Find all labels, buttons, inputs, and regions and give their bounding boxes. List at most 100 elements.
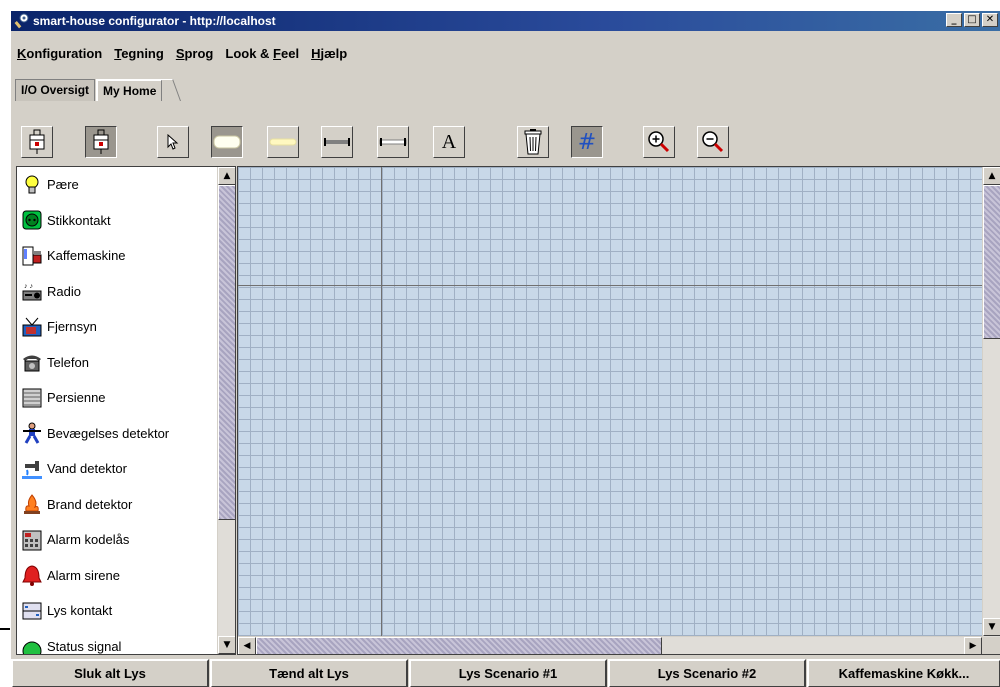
device-item-telefon[interactable]: Telefon <box>17 345 213 381</box>
device-label: Stikkontakt <box>47 212 111 228</box>
blinds-icon <box>22 388 42 408</box>
text-tool-icon: A <box>441 130 457 153</box>
keypad-icon <box>22 530 42 551</box>
kaffemaskine-button[interactable]: Kaffemaskine Køkk... <box>807 659 1000 687</box>
canvas-scroll-right-button[interactable]: ▶ <box>964 637 982 654</box>
device-label: Brand detektor <box>47 496 133 512</box>
device-item-lys-kontakt[interactable]: Lys kontakt <box>17 593 213 629</box>
menu-text: eel <box>281 46 300 61</box>
pointer-icon <box>167 134 179 150</box>
grid-toggle-button[interactable]: # <box>571 126 603 158</box>
toolbar: A # <box>11 121 1000 163</box>
zoom-out-icon <box>702 131 724 153</box>
menu-mnemonic: F <box>273 46 281 61</box>
scenario-bar: Sluk alt Lys Tænd alt Lys Lys Scenario #… <box>11 659 1000 687</box>
device-label: Kaffemaskine <box>47 248 126 264</box>
menu-text: onfiguration <box>26 46 103 61</box>
text-tool-button[interactable]: A <box>433 126 465 158</box>
scroll-thumb[interactable] <box>218 185 235 520</box>
floorplan-panel: ▲ ▼ ◀ ▶ <box>237 166 1000 655</box>
device-pressed-button[interactable] <box>85 126 117 158</box>
device-item-alarm-kodelås[interactable]: Alarm kodelås <box>17 522 213 558</box>
guide-line-horizontal <box>238 285 982 286</box>
menu-text: jælp <box>320 46 348 61</box>
device-label: Telefon <box>47 354 89 370</box>
device-label: Persienne <box>47 390 106 406</box>
device-label: Fjernsyn <box>47 319 97 335</box>
device-label: Status signal <box>47 638 122 654</box>
socket-icon <box>22 210 42 230</box>
siren-icon <box>22 565 42 587</box>
menu-sprog[interactable]: Sprog <box>170 44 220 64</box>
bulb-icon <box>25 175 39 194</box>
menu-tegning[interactable]: Tegning <box>108 44 170 64</box>
phone-icon <box>23 355 41 372</box>
radio-icon: ♪ ♪ <box>22 283 42 301</box>
menu-konfiguration[interactable]: Konfiguration <box>11 44 108 64</box>
menu-bar: Konfiguration Tegning Sprog Look & Feel Hjæl… <box>11 44 353 64</box>
scroll-up-button[interactable]: ▲ <box>218 167 235 185</box>
window-title: smart-house configurator - http://localh… <box>33 14 276 28</box>
room-white-icon <box>213 135 241 149</box>
wall-white-button[interactable] <box>377 126 409 158</box>
lys-scenario-2-button[interactable]: Lys Scenario #2 <box>608 659 806 687</box>
lys-scenario-1-button[interactable]: Lys Scenario #1 <box>409 659 607 687</box>
wall-gray-icon <box>324 138 350 146</box>
menu-hjælp[interactable]: Hjælp <box>305 44 353 64</box>
room-yellow-button[interactable] <box>267 126 299 158</box>
menu-text: egning <box>121 46 164 61</box>
maximize-button[interactable]: □ <box>964 13 980 27</box>
device-label: Vand detektor <box>47 461 127 477</box>
motion-detector-icon <box>23 422 41 444</box>
room-yellow-icon <box>269 138 297 146</box>
grid-toggle-icon: # <box>577 129 597 155</box>
device-item-fjernsyn[interactable]: Fjernsyn <box>17 309 213 345</box>
sluk-alt-lys-button[interactable]: Sluk alt Lys <box>11 659 209 687</box>
canvas-horizontal-thumb[interactable] <box>256 637 662 654</box>
device-item-kaffemaskine[interactable]: Kaffemaskine <box>17 238 213 274</box>
device-item-brand-detektor[interactable]: Brand detektor <box>17 487 213 523</box>
canvas-scroll-up-button[interactable]: ▲ <box>983 167 1000 185</box>
device-item-status-signal[interactable]: Status signal <box>17 629 213 654</box>
device-item-stikkontakt[interactable]: Stikkontakt <box>17 203 213 239</box>
device-label: Radio <box>47 283 81 299</box>
device-item-radio[interactable]: ♪ ♪ Radio <box>17 274 213 310</box>
water-detector-icon <box>22 460 42 479</box>
fire-detector-icon <box>24 494 40 515</box>
canvas-vertical-thumb[interactable] <box>983 185 1000 339</box>
device-label: Pære <box>47 177 79 193</box>
coffee-machine-icon <box>22 246 42 266</box>
wall-gray-button[interactable] <box>321 126 353 158</box>
minimize-button[interactable]: _ <box>946 13 962 27</box>
menu-look-feel[interactable]: Look & Feel <box>219 44 305 64</box>
close-button[interactable]: ✕ <box>982 13 998 27</box>
taend-alt-lys-button[interactable]: Tænd alt Lys <box>210 659 408 687</box>
canvas-scroll-left-button[interactable]: ◀ <box>238 637 256 654</box>
device-item-alarm-sirene[interactable]: Alarm sirene <box>17 558 213 594</box>
zoom-in-button[interactable] <box>643 126 675 158</box>
pointer-button[interactable] <box>157 126 189 158</box>
device-label: Alarm kodelås <box>47 532 130 548</box>
device-item-persienne[interactable]: Persienne <box>17 380 213 416</box>
canvas-horizontal-scrollbar[interactable]: ◀ ▶ <box>238 637 982 654</box>
device-label: Bevægelses detektor <box>47 425 170 441</box>
wrench-app-icon <box>14 13 29 29</box>
device-list-scrollbar[interactable]: ▲ ▼ <box>217 167 235 654</box>
device-light-button[interactable] <box>21 126 53 158</box>
zoom-out-button[interactable] <box>697 126 729 158</box>
scroll-down-button[interactable]: ▼ <box>218 636 235 654</box>
device-item-vand-detektor[interactable]: Vand detektor <box>17 451 213 487</box>
canvas-scroll-down-button[interactable]: ▼ <box>983 618 1000 636</box>
room-white-button[interactable] <box>211 126 243 158</box>
device-item-bevægelses-detektor[interactable]: Bevægelses detektor <box>17 416 213 452</box>
trash-button[interactable] <box>517 126 549 158</box>
device-label: Alarm sirene <box>47 567 120 583</box>
title-bar[interactable]: smart-house configurator - http://localh… <box>11 11 1000 31</box>
device-label: Lys kontakt <box>47 603 113 619</box>
device-item-pære[interactable]: Pære <box>17 167 213 203</box>
canvas-vertical-scrollbar[interactable]: ▲ ▼ <box>982 167 1000 637</box>
menu-text: Look & <box>225 46 274 61</box>
tab-io-oversigt[interactable]: I/O Oversigt <box>15 79 96 101</box>
device-light-icon <box>29 129 45 154</box>
floorplan-canvas[interactable] <box>238 167 982 636</box>
